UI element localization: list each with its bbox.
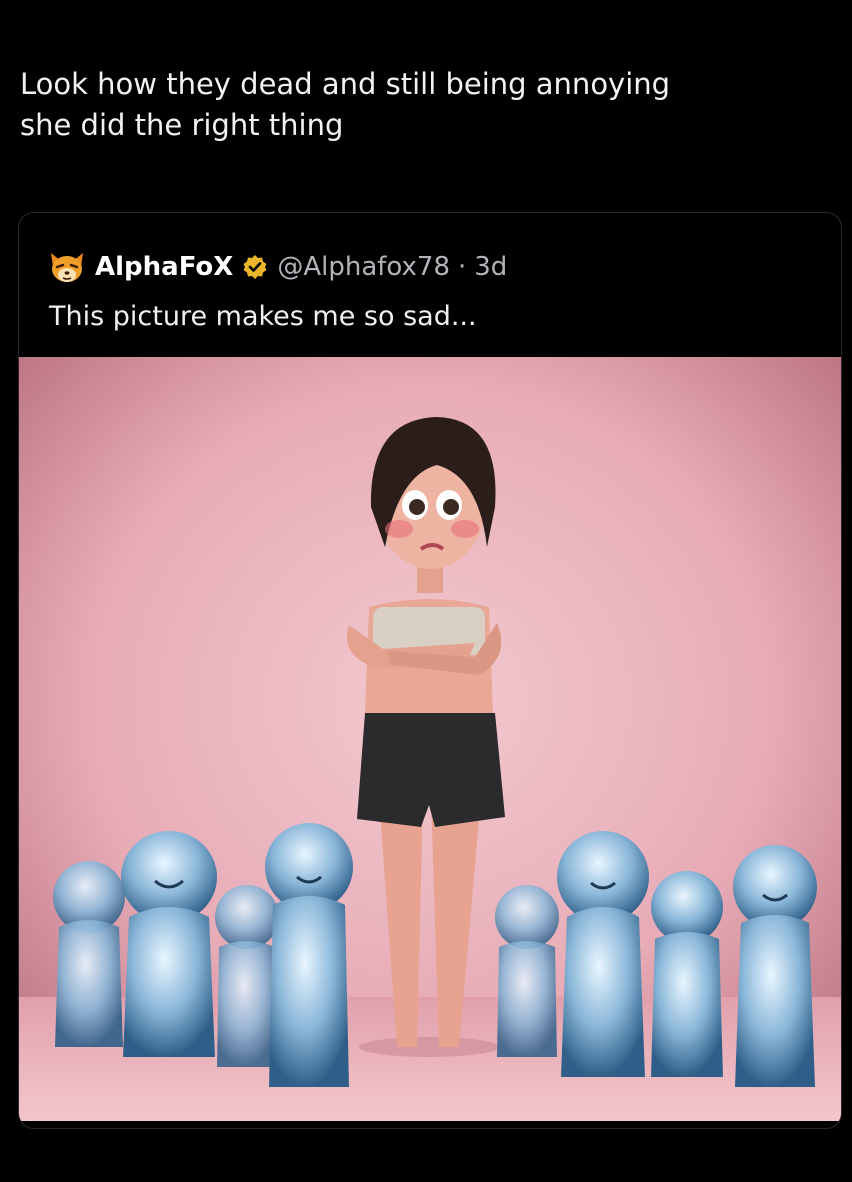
quoted-tweet-header: AlphaFoX @Alphafox78 · 3d	[47, 247, 507, 287]
separator-dot: ·	[457, 252, 467, 282]
handle[interactable]: @Alphafox78	[277, 252, 450, 282]
timestamp[interactable]: 3d	[474, 252, 507, 282]
quoted-tweet-card[interactable]: AlphaFoX @Alphafox78 · 3d This picture m…	[18, 212, 842, 1129]
quoted-tweet-image[interactable]	[19, 357, 841, 1121]
fox-face-icon[interactable]	[47, 247, 87, 287]
quoted-tweet-text: This picture makes me so sad...	[49, 301, 477, 332]
display-name[interactable]: AlphaFoX	[95, 252, 233, 282]
post-text-line-2: she did the right thing	[20, 108, 344, 142]
post-text: Look how they dead and still being annoy…	[20, 64, 832, 146]
verified-badge-icon	[241, 253, 269, 281]
post-text-line-1: Look how they dead and still being annoy…	[20, 67, 671, 101]
